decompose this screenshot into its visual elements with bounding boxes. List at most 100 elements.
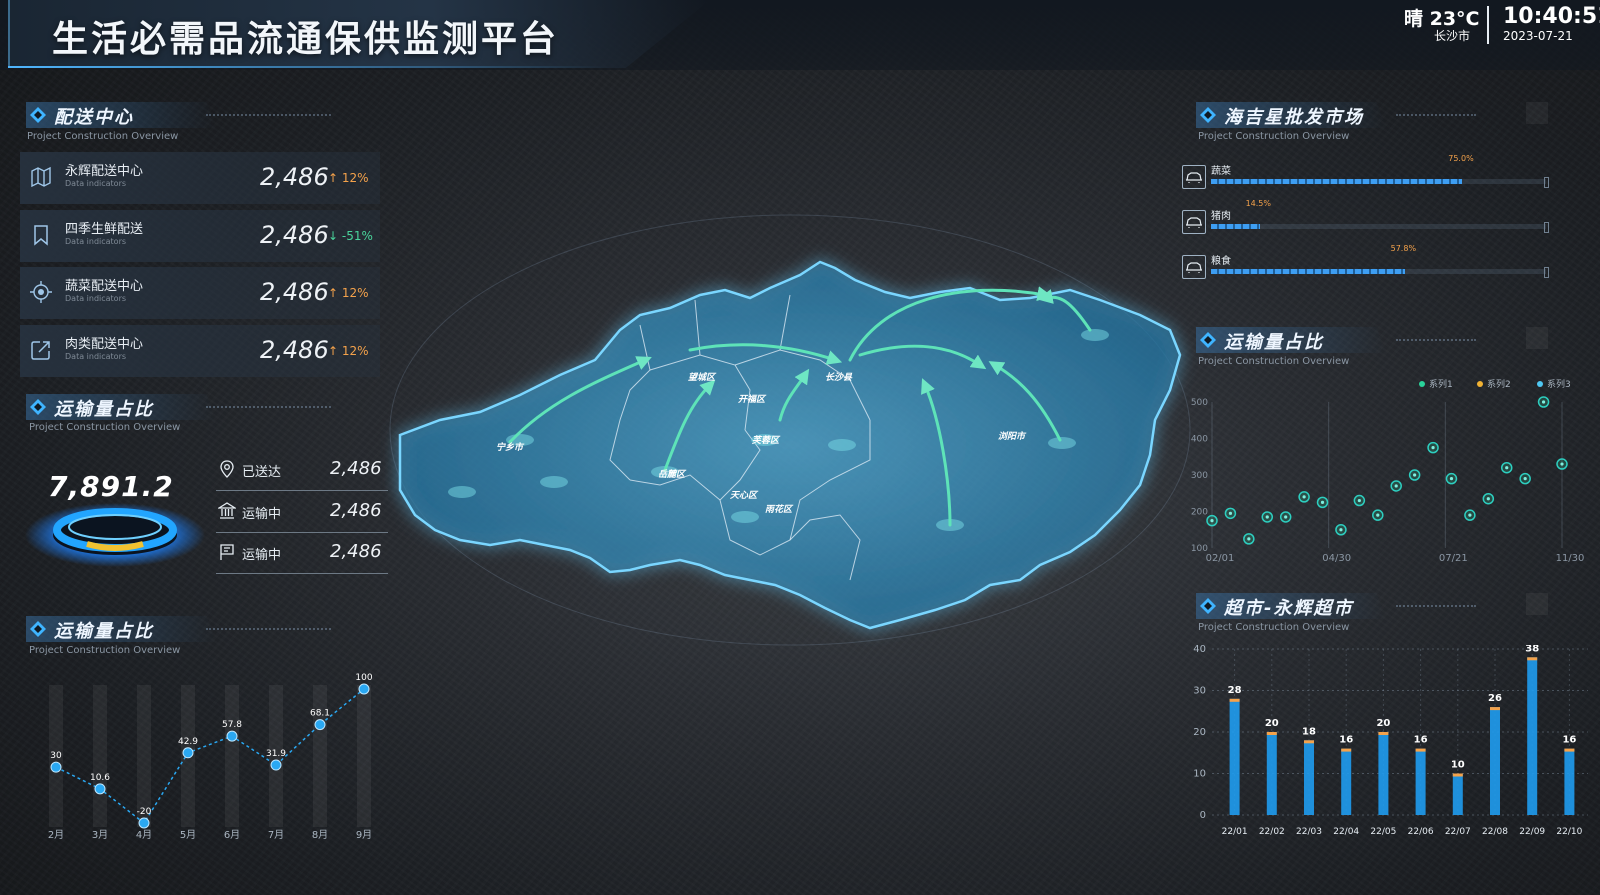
delivery-value: 2,486 bbox=[260, 336, 329, 364]
bar-data-label: 18 bbox=[1302, 726, 1316, 737]
bookmark-icon bbox=[34, 225, 48, 246]
location-pin-icon bbox=[220, 460, 234, 478]
bar-data-label: 38 bbox=[1525, 645, 1539, 654]
market-item-vegetable[interactable]: 蔬菜 75.0% bbox=[1180, 154, 1550, 197]
scatter-point-core bbox=[1265, 515, 1269, 519]
bar bbox=[1266, 732, 1277, 815]
bar-cap bbox=[1564, 748, 1575, 752]
scatter-point-core bbox=[1449, 477, 1454, 481]
bar-data-label: 16 bbox=[1339, 735, 1353, 746]
scatter-point-core bbox=[1302, 495, 1306, 499]
bar-x-tick: 22/06 bbox=[1408, 827, 1434, 837]
bar bbox=[1229, 698, 1240, 815]
delivery-item-vegetable[interactable]: 蔬菜配送中心 Data indicators 2,486 ↑ 12% bbox=[20, 267, 380, 319]
scatter-point-core bbox=[1320, 500, 1325, 504]
line-point bbox=[270, 759, 282, 771]
delivery-item-siji[interactable]: 四季生鲜配送 Data indicators 2,486 ↓ -51% bbox=[20, 210, 380, 262]
scatter-y-tick: 500 bbox=[1191, 398, 1208, 408]
diamond-icon bbox=[1200, 598, 1216, 614]
scatter-x-tick: 11/30 bbox=[1556, 553, 1585, 564]
transport-row-delivered[interactable]: 已送达 2,486 bbox=[216, 450, 388, 491]
line-data-label: 31.9 bbox=[266, 749, 286, 759]
bar bbox=[1341, 748, 1352, 815]
car-icon bbox=[1182, 255, 1206, 279]
line-chart[interactable]: 2月 3月 4月 5月 6月 7月 8月 9月 30 10.6 -20 42.9 57.8 31.9 68.… bbox=[20, 665, 390, 865]
super-panel-subtitle: Project Construction Overview bbox=[1198, 622, 1350, 633]
scatter-point-core bbox=[1486, 497, 1490, 501]
label-liuyang: 浏阳市 bbox=[998, 431, 1027, 442]
market-item-pork[interactable]: 猪肉 14.5% bbox=[1180, 199, 1550, 242]
delivery-sub: Data indicators bbox=[65, 352, 127, 361]
delivery-name: 蔬菜配送中心 bbox=[65, 279, 144, 294]
car-icon bbox=[1182, 165, 1206, 189]
scatter-point-core bbox=[1376, 513, 1380, 517]
line-data-label: 10.6 bbox=[90, 773, 110, 783]
bar-cap bbox=[1452, 773, 1463, 777]
super-panel-heading: 超市-永辉超市 bbox=[1196, 593, 1551, 619]
scatter-chart[interactable]: 10020030040050002/01 04/30 07/21 11/30系列1 系列… bbox=[1190, 372, 1590, 577]
transport-heading: 运输量占比 bbox=[26, 394, 386, 420]
line-chart-column-band bbox=[137, 685, 151, 827]
scatter-point-core bbox=[1523, 477, 1527, 481]
line-chart-x-tick: 6月 bbox=[224, 829, 240, 841]
scatter-point-core bbox=[1247, 537, 1251, 541]
market-item-grain[interactable]: 粮食 57.8% bbox=[1180, 244, 1550, 287]
scatter-x-tick: 02/01 bbox=[1206, 553, 1235, 564]
line-chart-column-band bbox=[357, 685, 371, 827]
scatter-point-core bbox=[1357, 498, 1361, 503]
diamond-icon bbox=[30, 621, 46, 637]
delivery-item-yonghui[interactable]: 永辉配送中心 Data indicators 2,486 ↑ 12% bbox=[20, 152, 380, 204]
bar-cap bbox=[1229, 698, 1240, 702]
line-point bbox=[358, 683, 370, 695]
bar-chart[interactable]: 0 10 20 30 40 28 22/01 20 22/02 18 22/03 16 22/04 20 2… bbox=[1190, 645, 1595, 850]
transport-row-label: 运输中 bbox=[242, 548, 282, 563]
bar-cap bbox=[1527, 657, 1538, 661]
market-item-fill bbox=[1211, 224, 1260, 229]
target-icon bbox=[30, 281, 52, 303]
delivery-item-meat[interactable]: 肉类配送中心 Data indicators 2,486 ↑ 12% bbox=[20, 325, 380, 377]
market-title: 海吉星批发市场 bbox=[1224, 107, 1364, 128]
line-data-label: 68.1 bbox=[310, 709, 330, 719]
line-data-label: 100 bbox=[355, 673, 372, 683]
scatter-legend-marker bbox=[1419, 381, 1425, 387]
transport-row-value: 2,486 bbox=[330, 500, 382, 521]
market-item-label: 猪肉 bbox=[1211, 211, 1231, 222]
scatter-point-core bbox=[1560, 462, 1564, 466]
city-name: 长沙市 bbox=[1434, 29, 1471, 43]
changsha-map[interactable]: 望城区 开福区 长沙县 宁乡市 岳麓区 芙蓉区 浏阳市 天心区 雨花区 bbox=[380, 180, 1200, 650]
market-item-fill bbox=[1211, 179, 1463, 184]
label-ningxiang: 宁乡市 bbox=[496, 442, 525, 453]
transport-row-label: 已送达 bbox=[242, 465, 282, 480]
transport-row-in-transit-2[interactable]: 运输中 2,486 bbox=[216, 533, 388, 574]
bar bbox=[1378, 732, 1389, 815]
line-chart-x-tick: 2月 bbox=[48, 829, 64, 841]
car-icon bbox=[1182, 210, 1206, 234]
scatter-point-core bbox=[1431, 446, 1435, 450]
label-yuelu: 岳麓区 bbox=[658, 469, 687, 480]
bar-cap bbox=[1266, 732, 1277, 735]
scatter-point-core bbox=[1468, 513, 1472, 517]
delivery-name: 永辉配送中心 bbox=[65, 164, 144, 179]
transport-row-in-transit[interactable]: 运输中 2,486 bbox=[216, 492, 388, 533]
scatter-legend-marker bbox=[1477, 381, 1483, 387]
delivery-sub: Data indicators bbox=[65, 294, 127, 303]
market-item-track bbox=[1211, 269, 1546, 274]
delivery-value: 2,486 bbox=[260, 278, 329, 306]
bar-data-label: 28 bbox=[1228, 685, 1242, 696]
line-point bbox=[182, 747, 194, 759]
line-point bbox=[138, 817, 150, 829]
market-item-track bbox=[1211, 179, 1546, 184]
transport-row-label: 运输中 bbox=[242, 507, 282, 522]
line-point bbox=[226, 730, 238, 742]
bar-cap bbox=[1490, 707, 1500, 711]
bar-cap bbox=[1378, 732, 1389, 735]
bar-x-tick: 22/04 bbox=[1333, 827, 1359, 837]
bar bbox=[1415, 748, 1426, 815]
super-panel-title: 超市-永辉超市 bbox=[1224, 598, 1354, 619]
delivery-trend: ↑ 12% bbox=[328, 171, 369, 185]
line-chart-x-tick: 7月 bbox=[268, 829, 284, 841]
line-point bbox=[50, 761, 62, 773]
market-item-track bbox=[1211, 224, 1546, 229]
scatter-y-tick: 200 bbox=[1191, 508, 1208, 518]
bar-y-tick: 10 bbox=[1193, 769, 1206, 780]
